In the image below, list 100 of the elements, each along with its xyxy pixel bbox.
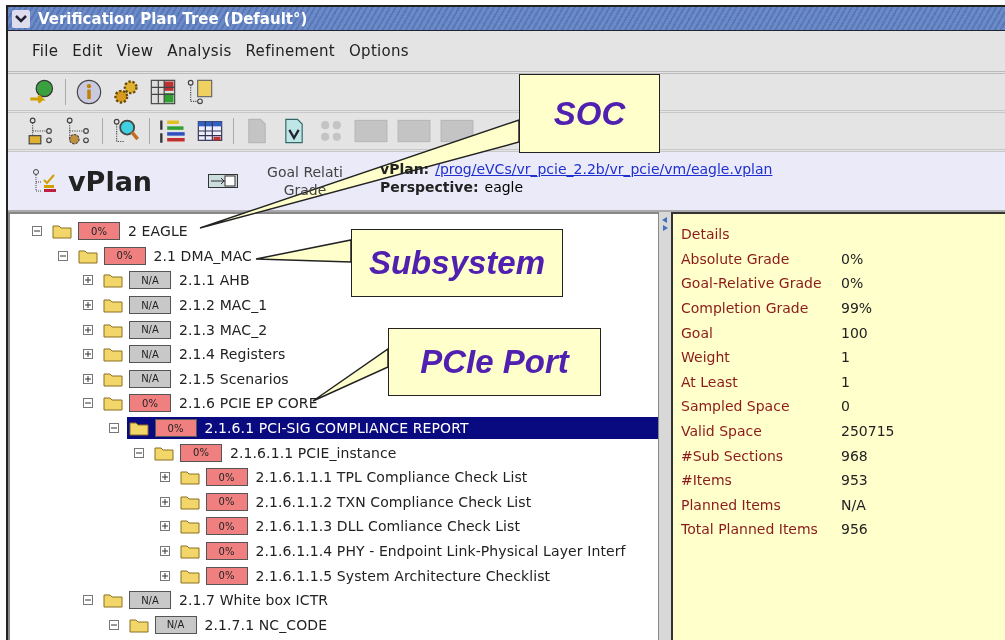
tree-row[interactable]: N/A 2.1.5 Scenarios bbox=[101, 369, 289, 388]
expand-toggle-icon[interactable] bbox=[159, 570, 170, 581]
detail-label: Completion Grade bbox=[681, 300, 810, 317]
tree-item-label: 2.1.6.1.1 PCIE_instance bbox=[230, 444, 397, 461]
splitter-arrows-icon[interactable] bbox=[661, 216, 669, 232]
folder-icon bbox=[52, 223, 72, 240]
file-path-link[interactable]: /prog/eVCs/vr_pcie_2.2b/vr_pcie/vm/eagle.vplan bbox=[435, 160, 773, 178]
expand-toggle-icon[interactable] bbox=[159, 496, 170, 507]
tree-item-label: 2.1.6 PCIE EP CORE bbox=[179, 395, 318, 412]
expand-toggle-icon[interactable] bbox=[159, 546, 170, 556]
tree-item-label: 2.1.2 MAC_1 bbox=[179, 297, 268, 314]
folder-icon bbox=[103, 592, 123, 609]
tree-item-label: 2.1 DMA_MAC bbox=[153, 247, 252, 264]
detail-label: Weight bbox=[681, 349, 731, 366]
folder-icon bbox=[179, 469, 200, 486]
expand-toggle-icon[interactable] bbox=[159, 521, 170, 532]
grade-badge: 0% bbox=[154, 419, 197, 438]
folder-icon bbox=[103, 321, 123, 338]
tree-row[interactable]: 0% 2 EAGLE bbox=[50, 222, 188, 241]
folder-icon bbox=[179, 543, 200, 559]
folder-icon bbox=[128, 420, 149, 437]
grade-badge: N/A bbox=[129, 320, 171, 339]
tree-search-icon[interactable] bbox=[112, 117, 140, 145]
details-title: Details bbox=[681, 226, 731, 243]
detail-value: 953 bbox=[841, 472, 868, 489]
menu-item[interactable]: Refinement bbox=[245, 42, 335, 60]
info-icon[interactable] bbox=[75, 78, 103, 106]
menu-item[interactable]: Options bbox=[348, 42, 409, 60]
menu-item[interactable]: Edit bbox=[72, 42, 103, 60]
folder-icon bbox=[179, 493, 200, 510]
collapse-toggle-icon[interactable] bbox=[108, 619, 119, 630]
detail-label: Total Planned Items bbox=[681, 521, 819, 538]
expand-toggle-icon[interactable] bbox=[83, 373, 93, 384]
tree-row[interactable]: N/A 2.1.7 White box ICTR bbox=[101, 591, 329, 610]
expand-toggle-icon[interactable] bbox=[83, 324, 93, 335]
detail-value: 0 bbox=[841, 398, 850, 415]
tree-row[interactable]: 0% 2.1.6 PCIE EP CORE bbox=[101, 394, 318, 413]
grade-badge: N/A bbox=[129, 591, 171, 610]
globe-arrow-icon[interactable] bbox=[28, 78, 56, 106]
panel-title: vPlan bbox=[68, 165, 154, 197]
collapse-toggle-icon[interactable] bbox=[57, 250, 68, 261]
grid-icon[interactable] bbox=[149, 78, 177, 106]
collapse-toggle-icon[interactable] bbox=[134, 447, 144, 458]
tree-row-highlight[interactable]: 0% 2.1.6.1 PCI-SIG COMPLIANCE REPORT bbox=[126, 417, 658, 440]
tree-row[interactable]: 0% 2.1.6.1.1.4 PHY - Endpoint Link-Physical Layer Interf bbox=[177, 542, 626, 560]
detail-value: N/A bbox=[841, 496, 866, 513]
folder-icon bbox=[103, 297, 123, 314]
collapse-toggle-icon[interactable] bbox=[83, 398, 93, 409]
tree-row[interactable]: N/A 2.1.7.1 NC_CODE bbox=[126, 615, 328, 634]
tree-row[interactable]: 0% 2.1.6.1.1.3 DLL Comliance Check List bbox=[177, 517, 521, 536]
expand-toggle-icon[interactable] bbox=[83, 300, 93, 311]
tree-row[interactable]: N/A 2.1.3 MAC_2 bbox=[101, 320, 268, 339]
menu-item[interactable]: File bbox=[32, 42, 59, 60]
tree-row[interactable]: N/A 2.1.4 Registers bbox=[101, 345, 286, 364]
grade-badge: 0% bbox=[205, 517, 248, 536]
tree-row[interactable]: 0% 2.1.6.1.1.2 TXN Compliance Check List bbox=[177, 492, 532, 511]
detail-label: Goal bbox=[681, 324, 714, 341]
grade-badge: 0% bbox=[103, 246, 146, 265]
expand-toggle-icon[interactable] bbox=[83, 275, 93, 286]
detail-value: 1 bbox=[841, 349, 850, 366]
tree-row[interactable]: N/A 2.1.1 AHB bbox=[101, 271, 250, 290]
tree-document-icon[interactable] bbox=[186, 78, 214, 106]
detail-label: Valid Space bbox=[681, 423, 763, 440]
expand-toggle-icon[interactable] bbox=[83, 349, 93, 360]
grade-badge: 0% bbox=[180, 443, 222, 462]
menu-item[interactable]: Analysis bbox=[167, 42, 232, 60]
expand-toggle-icon[interactable] bbox=[159, 472, 170, 483]
detail-label: #Sub Sections bbox=[681, 447, 785, 464]
collapse-toggle-icon[interactable] bbox=[32, 226, 42, 237]
tree-item-label: 2.1.7.1 NC_CODE bbox=[204, 616, 328, 633]
grade-badge: N/A bbox=[129, 296, 171, 315]
tree-item-label: 2.1.4 Registers bbox=[179, 346, 286, 363]
detail-label: Planned Items bbox=[681, 496, 782, 513]
detail-value: 0% bbox=[841, 275, 864, 292]
grade-badge: N/A bbox=[129, 369, 171, 388]
grade-badge: N/A bbox=[129, 345, 171, 364]
tree-row[interactable]: N/A 2.1.2 MAC_1 bbox=[101, 296, 268, 315]
tree-item-label: 2 EAGLE bbox=[128, 223, 188, 240]
detail-value: 968 bbox=[841, 447, 868, 464]
menu-item[interactable]: View bbox=[116, 42, 154, 60]
tree-row[interactable]: 0% 2.1.6.1.1.5 System Architecture Checklist bbox=[177, 566, 551, 585]
window-title: Verification Plan Tree (Default°) bbox=[38, 9, 308, 28]
callout-label: Subsystem bbox=[351, 229, 563, 297]
folder-icon bbox=[103, 272, 123, 289]
tree-row[interactable]: 0% 2.1.6.1.1 PCIE_instance bbox=[152, 443, 397, 462]
tree-item-label: 2.1.6.1.1.3 DLL Comliance Check List bbox=[255, 518, 521, 535]
grade-badge: 0% bbox=[78, 222, 120, 241]
toggle-panel-icon[interactable] bbox=[208, 174, 238, 188]
gears-icon[interactable] bbox=[112, 78, 140, 106]
callout-label: SOC bbox=[519, 74, 660, 153]
collapse-toggle-icon[interactable] bbox=[108, 423, 119, 434]
tree-row[interactable]: 0% 2.1 DMA_MAC bbox=[75, 246, 252, 265]
tree-row[interactable]: 0% 2.1.6.1.1.1 TPL Compliance Check List bbox=[177, 468, 528, 487]
grade-badge: 0% bbox=[129, 394, 171, 413]
field-value: eagle bbox=[484, 178, 524, 196]
folder-icon bbox=[179, 567, 200, 584]
tree-item-label: 2.1.6.1.1.1 TPL Compliance Check List bbox=[255, 469, 528, 486]
folder-icon bbox=[154, 444, 174, 461]
collapse-toggle-icon[interactable] bbox=[83, 595, 93, 606]
chevron-down-icon[interactable] bbox=[12, 9, 30, 28]
